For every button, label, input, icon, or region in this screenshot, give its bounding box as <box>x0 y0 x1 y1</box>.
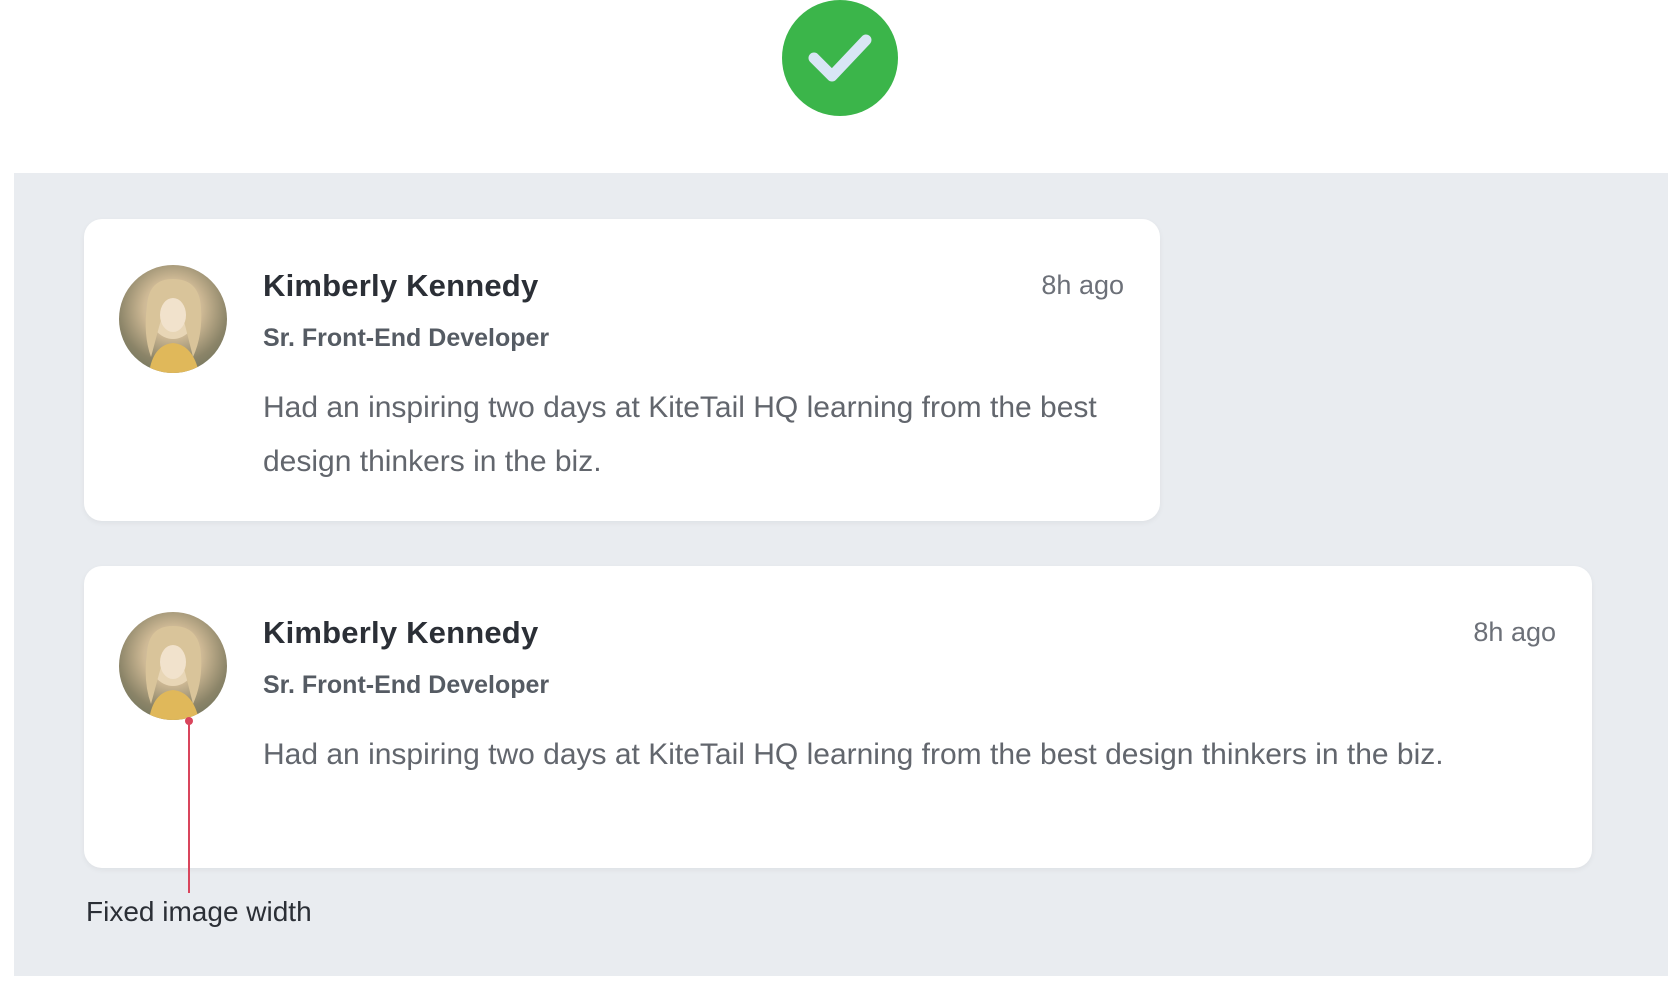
author-name[interactable]: Kimberly Kennedy <box>263 268 538 304</box>
feed-card-wide: Kimberly Kennedy 8h ago Sr. Front-End De… <box>84 566 1592 868</box>
annotation-label: Fixed image width <box>86 896 312 927</box>
post-timestamp: 8h ago <box>1473 617 1556 647</box>
author-name[interactable]: Kimberly Kennedy <box>263 615 538 651</box>
annotation-leader-line <box>188 720 190 893</box>
avatar <box>119 612 227 720</box>
success-check-badge <box>782 0 898 116</box>
post-timestamp: 8h ago <box>1041 270 1124 300</box>
avatar-photo <box>145 279 202 373</box>
feed-card-narrow: Kimberly Kennedy 8h ago Sr. Front-End De… <box>84 219 1160 521</box>
stage: Kimberly Kennedy 8h ago Sr. Front-End De… <box>0 0 1677 989</box>
avatar <box>119 265 227 373</box>
check-icon <box>808 34 872 82</box>
author-role: Sr. Front-End Developer <box>263 671 550 699</box>
author-role: Sr. Front-End Developer <box>263 324 550 352</box>
avatar-photo <box>145 626 202 720</box>
post-body: Had an inspiring two days at KiteTail HQ… <box>263 391 1097 478</box>
example-panel: Kimberly Kennedy 8h ago Sr. Front-End De… <box>14 173 1668 976</box>
post-body: Had an inspiring two days at KiteTail HQ… <box>263 738 1444 771</box>
